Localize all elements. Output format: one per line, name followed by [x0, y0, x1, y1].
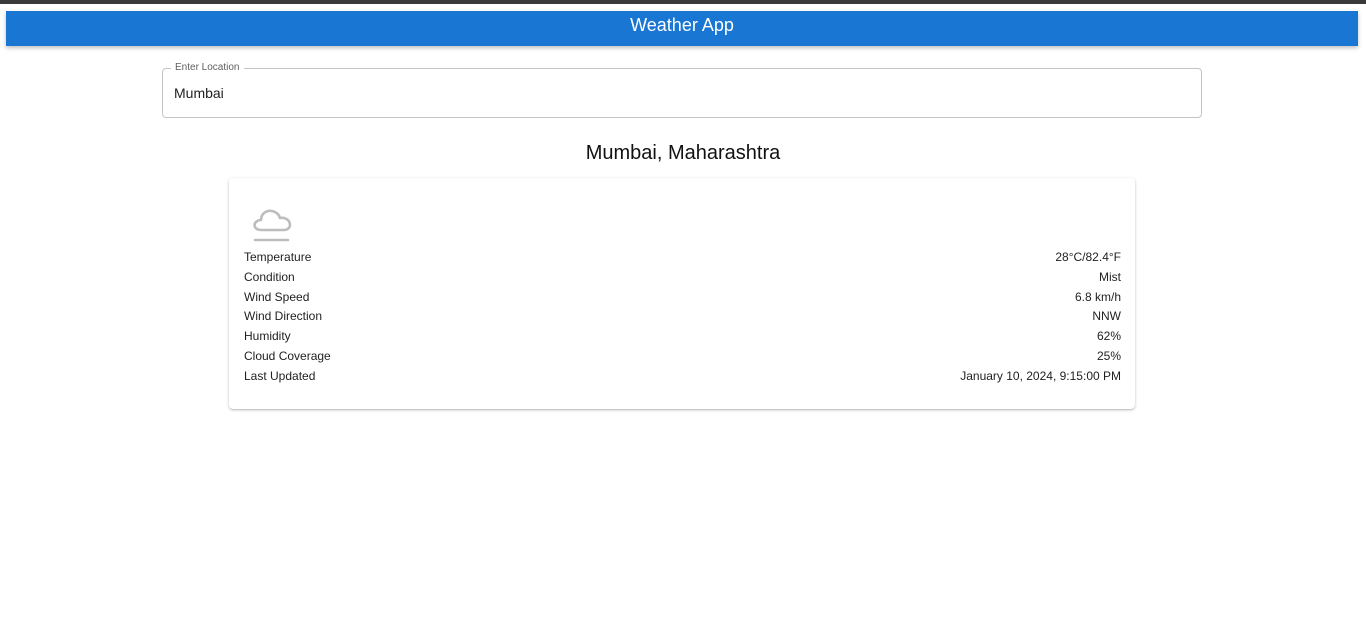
detail-value: 25% — [1096, 348, 1121, 363]
detail-row-cloud-coverage: Cloud Coverage 25% — [244, 349, 1121, 369]
detail-row-last-updated: Last Updated January 10, 2024, 9:15:00 P… — [244, 369, 1121, 389]
detail-value: NNW — [1092, 309, 1121, 324]
weather-card: Temperature 28°C/82.4°F Condition Mist W… — [229, 178, 1135, 409]
weather-details: Temperature 28°C/82.4°F Condition Mist W… — [244, 250, 1121, 389]
detail-label: Last Updated — [244, 368, 316, 383]
location-field[interactable]: Enter Location — [162, 62, 1202, 118]
detail-value: 62% — [1096, 329, 1121, 344]
detail-value: January 10, 2024, 9:15:00 PM — [960, 368, 1121, 383]
detail-row-condition: Condition Mist — [244, 270, 1121, 290]
detail-row-humidity: Humidity 62% — [244, 329, 1121, 349]
detail-label: Humidity — [244, 329, 291, 344]
detail-value: 6.8 km/h — [1074, 289, 1121, 304]
detail-label: Condition — [244, 269, 295, 284]
detail-label: Temperature — [244, 250, 312, 264]
detail-row-wind-speed: Wind Speed 6.8 km/h — [244, 290, 1121, 310]
detail-label: Wind Direction — [244, 309, 323, 324]
detail-label: Cloud Coverage — [244, 348, 331, 363]
window-top-strip — [0, 0, 1366, 4]
location-field-label: Enter Location — [171, 62, 244, 74]
detail-value: Mist — [1099, 269, 1121, 284]
detail-row-wind-direction: Wind Direction NNW — [244, 309, 1121, 329]
app-bar: Weather App — [6, 11, 1358, 46]
location-title: Mumbai, Maharashtra — [585, 142, 781, 164]
detail-row-temperature: Temperature 28°C/82.4°F — [244, 250, 1121, 270]
location-input[interactable] — [174, 83, 1184, 103]
cloud-mist-icon — [253, 209, 292, 242]
app-title: Weather App — [630, 14, 734, 35]
detail-label: Wind Speed — [244, 289, 310, 304]
detail-value: 28°C/82.4°F — [1055, 250, 1121, 264]
